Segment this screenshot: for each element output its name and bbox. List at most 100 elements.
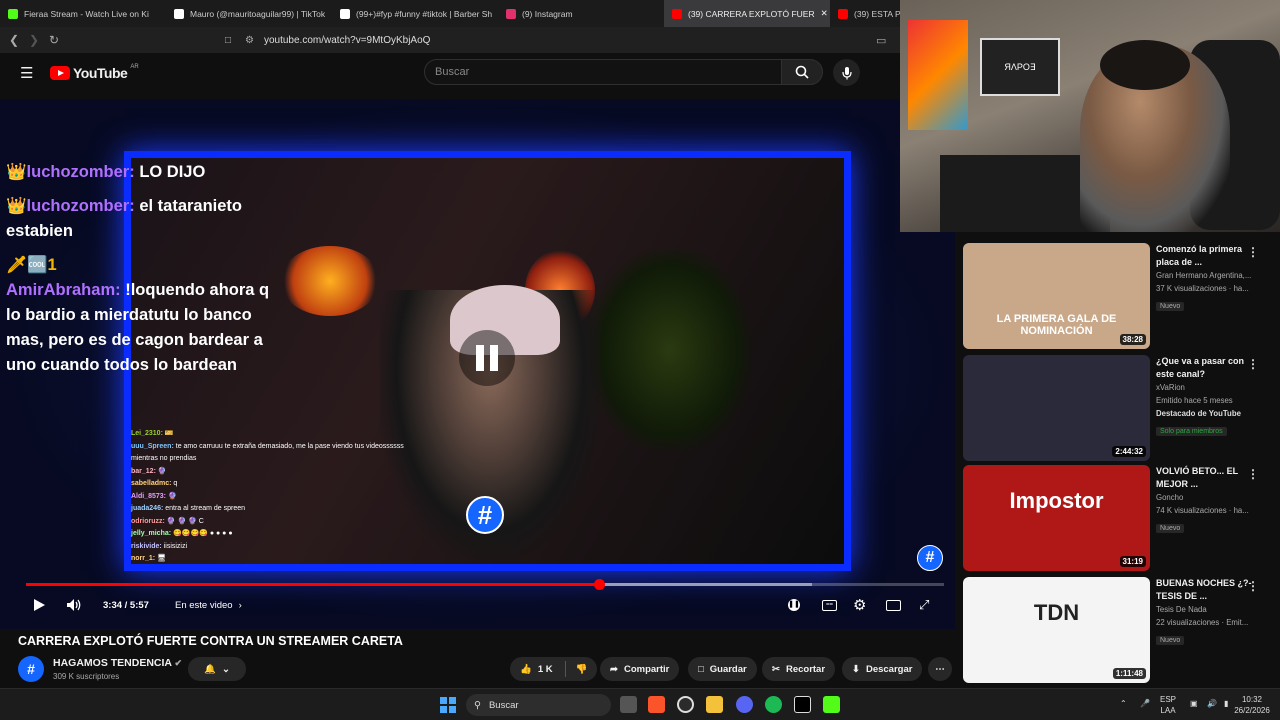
fullscreen-button[interactable]: ⤢ — [919, 596, 929, 614]
small-chat-message: uuu_Spreen: te amo carruuu te extraña de… — [131, 441, 431, 466]
share-button[interactable]: ➦ Compartir — [600, 657, 680, 681]
browser-tab[interactable]: (39) CARRERA EXPLOTÓ FUER ✕ — [664, 0, 830, 27]
small-chat-username: odrioruzz: — [131, 517, 165, 525]
recommended-info: ¿Que va a pasar con este canal? xVaRion Em… — [1156, 355, 1256, 438]
video-progress-bar[interactable] — [26, 579, 944, 590]
chatgpt-icon[interactable] — [677, 696, 694, 713]
tab-favicon-icon — [838, 8, 848, 19]
small-chat-username: riskivide: — [131, 542, 162, 550]
voice-search-button[interactable] — [833, 59, 860, 86]
recommended-title: Comenzó la primera placa de ... — [1156, 244, 1243, 267]
small-chat-text: 🔮 🔮 🔮 C — [166, 517, 204, 525]
share-label: Compartir — [623, 663, 670, 675]
webcam-person-hair — [1100, 40, 1190, 90]
channel-watermark-corner[interactable]: # — [917, 545, 943, 571]
small-chat-message: riskivide: iisisizizi — [131, 541, 431, 554]
discord-icon[interactable] — [736, 696, 753, 713]
search-input[interactable]: Buscar — [424, 59, 782, 85]
autoplay-toggle[interactable]: ❚❚ — [788, 596, 800, 614]
video-thumbnail[interactable]: LA PRIMERA GALA DE NOMINACIÓN 38:28 — [963, 243, 1150, 349]
more-vertical-icon[interactable]: ⋮ — [1247, 357, 1259, 371]
webcam-overlay: ЯΛΡΟ∃ — [900, 0, 1280, 232]
close-tab-icon[interactable]: ✕ — [821, 8, 828, 19]
brave-icon[interactable] — [648, 696, 665, 713]
bookmark-icon[interactable]: □ — [225, 35, 231, 46]
tab-label: Mauro (@mauritoaguilar99) | TikTok — [190, 8, 326, 19]
forward-icon[interactable]: ❯ — [24, 33, 44, 47]
recommended-badge: Nuevo — [1156, 524, 1185, 533]
big-chat-overlay: 👑luchozomber: LO DIJO 👑luchozomber: el ta… — [6, 160, 276, 378]
more-vertical-icon[interactable]: ⋮ — [1247, 467, 1259, 481]
thumbs-down-icon[interactable]: 👎 — [576, 664, 588, 675]
volume-icon — [67, 599, 81, 611]
back-icon[interactable]: ❮ — [4, 33, 24, 47]
cast-icon[interactable]: ▭ — [876, 34, 886, 47]
keyboard-language[interactable]: ESP LAA — [1160, 694, 1176, 716]
miniplayer-button[interactable] — [886, 596, 901, 614]
battery-icon[interactable]: ▮ — [1224, 698, 1228, 709]
windows-start-icon[interactable] — [440, 697, 456, 713]
recommended-video[interactable]: TDN 1:11:48 BUENAS NOCHES ¿?- TESIS DE ...… — [963, 577, 1273, 683]
tray-chevron-icon[interactable]: ⌃ — [1120, 698, 1127, 709]
search-button[interactable] — [781, 59, 823, 85]
recommended-title: BUENAS NOCHES ¿?- TESIS DE ... — [1156, 578, 1252, 601]
volume-button[interactable] — [66, 596, 83, 614]
recommended-badge: Solo para miembros — [1156, 427, 1227, 436]
progress-scrubber[interactable] — [593, 579, 605, 590]
tray-mic-icon[interactable]: 🎤 — [1140, 698, 1150, 709]
download-button[interactable]: ⬇ Descargar — [842, 657, 923, 681]
clip-label: Recortar — [785, 663, 826, 675]
capcut-icon[interactable] — [794, 696, 811, 713]
recommended-badge: Nuevo — [1156, 302, 1185, 311]
download-icon: ⬇ — [852, 663, 860, 675]
clip-button[interactable]: ✂ Recortar — [762, 657, 836, 681]
speaker-icon[interactable]: 🔊 — [1207, 698, 1217, 709]
task-view-icon[interactable] — [620, 696, 637, 713]
more-vertical-icon[interactable]: ⋮ — [1247, 579, 1259, 593]
pause-overlay-icon[interactable] — [459, 330, 515, 386]
browser-tab[interactable]: Fieraa Stream - Watch Live on Ki — [0, 0, 166, 27]
more-vertical-icon[interactable]: ⋮ — [1247, 245, 1259, 259]
small-chat-username: norr_1: — [131, 555, 156, 562]
scissors-icon: ✂ — [772, 663, 780, 675]
recommended-video[interactable]: 2:44:32 ¿Que va a pasar con este canal? xV… — [963, 355, 1273, 461]
thumbnail-text: Impostor — [1009, 488, 1104, 513]
spotify-icon[interactable] — [765, 696, 782, 713]
like-button[interactable]: 👍 1 K 👎 — [510, 657, 598, 681]
kick-icon[interactable] — [823, 696, 840, 713]
clock-time: 10:32 — [1241, 695, 1263, 704]
settings-button[interactable]: ⚙ — [853, 596, 866, 614]
url-text[interactable]: youtube.com/watch?v=9MtOyKbjAoQ — [264, 35, 430, 46]
browser-tab[interactable]: Mauro (@mauritoaguilar99) | TikTok — [166, 0, 332, 27]
video-thumbnail[interactable]: 2:44:32 — [963, 355, 1150, 461]
big-chat-message: 🗡🆒1 AmirAbraham: !loquendo ahora q lo bar… — [6, 253, 276, 378]
save-button[interactable]: □ Guardar — [688, 657, 757, 681]
video-thumbnail[interactable]: Impostor 31:19 — [963, 465, 1150, 571]
tab-favicon-icon — [672, 8, 682, 19]
video-thumbnail[interactable]: TDN 1:11:48 — [963, 577, 1150, 683]
play-icon — [34, 599, 45, 611]
recommended-video[interactable]: LA PRIMERA GALA DE NOMINACIÓN 38:28 Comenz… — [963, 243, 1273, 349]
chapters-button[interactable]: En este video › — [175, 596, 242, 614]
played-bar — [26, 583, 599, 586]
more-actions-button[interactable]: ⋯ — [928, 657, 952, 681]
play-button[interactable] — [32, 596, 46, 614]
browser-tab[interactable]: (9) Instagram — [498, 0, 664, 27]
recommended-video[interactable]: Impostor 31:19 VOLVIÓ BETO... EL MEJOR ...… — [963, 465, 1273, 571]
channel-name[interactable]: HAGAMOS TENDENCIA — [53, 657, 172, 669]
taskbar-search[interactable]: ⚲ Buscar — [466, 694, 611, 716]
clock[interactable]: 10:32 26/2/2026 — [1232, 694, 1272, 716]
youtube-logo[interactable]: YouTube AR — [50, 64, 139, 81]
site-info-icon[interactable]: ⚙ — [245, 35, 254, 46]
pause-small-icon: ❚❚ — [788, 599, 800, 611]
browser-tab[interactable]: (99+)#fyp #funny #tiktok | Barber Sh — [332, 0, 498, 27]
notification-button[interactable]: 🔔 ⌄ — [188, 657, 246, 681]
like-count: 1 K — [537, 663, 553, 675]
menu-icon[interactable]: ☰ — [20, 64, 33, 82]
network-icon[interactable]: ▣ — [1190, 698, 1198, 709]
channel-avatar[interactable]: # — [18, 656, 44, 682]
file-explorer-icon[interactable] — [706, 696, 723, 713]
subtitles-button[interactable]: == — [822, 596, 837, 614]
reload-icon[interactable]: ↻ — [44, 33, 64, 47]
youtube-play-icon — [50, 66, 70, 80]
